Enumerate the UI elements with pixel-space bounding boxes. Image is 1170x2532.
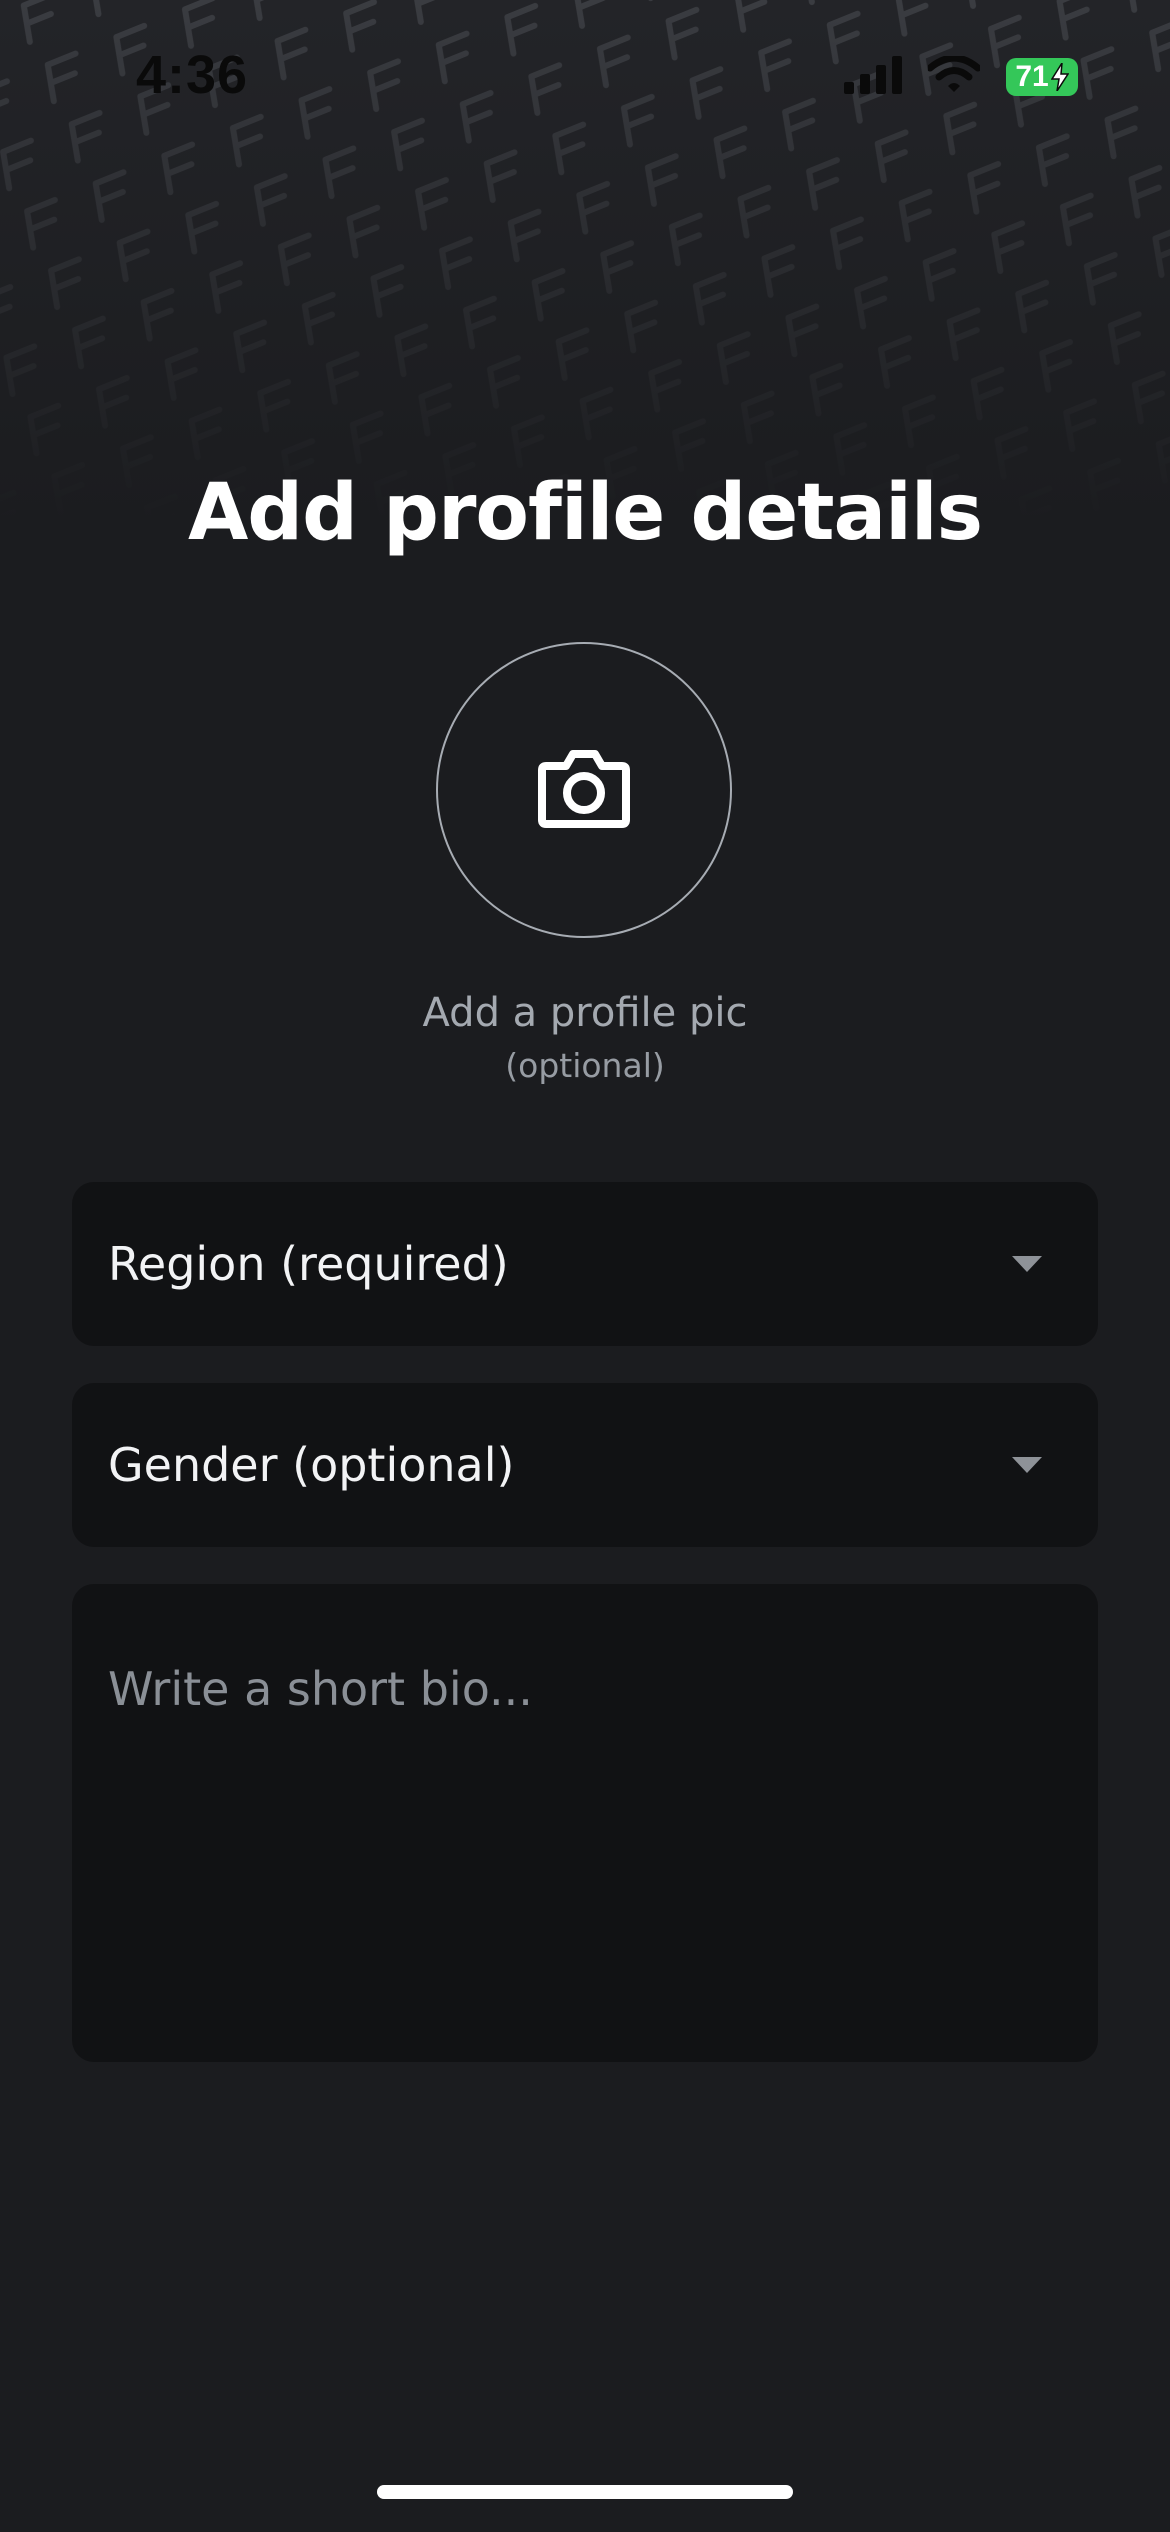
cellular-signal-icon (844, 56, 902, 98)
battery-icon: 71 (1006, 58, 1078, 96)
profile-pic-label: Add a profile pic (422, 990, 748, 1036)
region-select-label: Region (required) (108, 1237, 509, 1291)
chevron-down-icon (1012, 1256, 1042, 1272)
gender-select-label: Gender (optional) (108, 1438, 515, 1492)
profile-pic-optional-label: (optional) (505, 1046, 665, 1085)
status-time: 4:36 (136, 45, 249, 105)
home-indicator[interactable] (377, 2485, 793, 2499)
chevron-down-icon (1012, 1457, 1042, 1473)
battery-indicator: 71 (1006, 58, 1078, 96)
add-profile-pic-button[interactable] (436, 642, 732, 938)
bio-input[interactable] (72, 1584, 1098, 2062)
charging-bolt-icon (1050, 63, 1069, 91)
wifi-icon (926, 54, 982, 98)
page-title: Add profile details (187, 468, 983, 558)
bio-field-container (72, 1584, 1098, 2062)
gender-select[interactable]: Gender (optional) (72, 1383, 1098, 1547)
profile-details-screen: 4:36 71 Add profile details Add a profil… (0, 0, 1170, 2532)
status-bar: 4:36 71 (0, 0, 1170, 150)
battery-level: 71 (1015, 60, 1049, 93)
status-icons: 71 (844, 54, 1078, 98)
region-select[interactable]: Region (required) (72, 1182, 1098, 1346)
camera-icon (536, 746, 632, 834)
